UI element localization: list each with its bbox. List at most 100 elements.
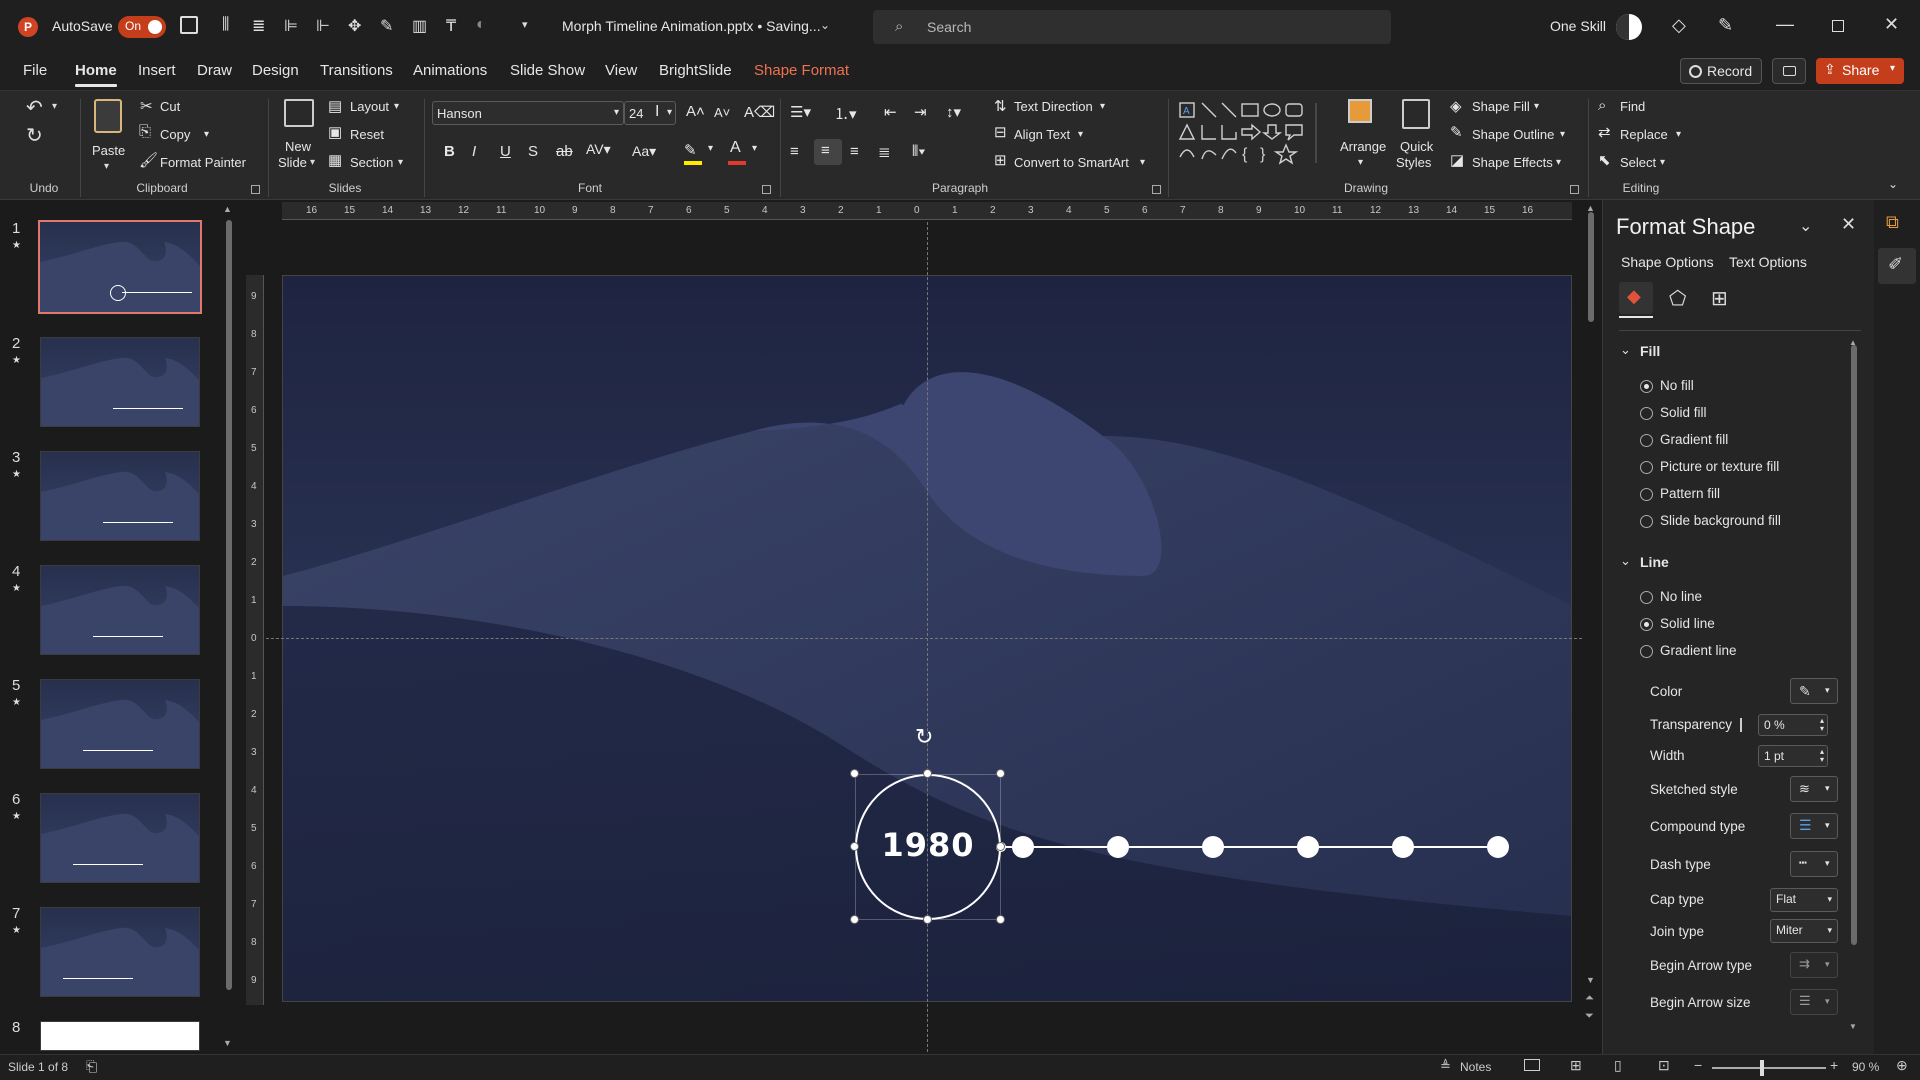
drawing-launcher-icon[interactable]	[1570, 185, 1579, 194]
collapse-ribbon-icon[interactable]: ⌄	[1888, 177, 1898, 191]
reading-view-icon[interactable]: ▯	[1614, 1057, 1622, 1074]
resize-handle[interactable]	[850, 842, 859, 851]
fill-option-label[interactable]: No fill	[1660, 378, 1694, 393]
quick-access-chart-icon[interactable]: ▥	[412, 16, 427, 36]
highlight-color-button[interactable]: ✎ ▾	[684, 141, 720, 165]
begin-arrow-type-select[interactable]: ⇉ ▾	[1790, 952, 1838, 978]
rotate-handle-icon[interactable]: ↻	[915, 724, 933, 750]
tab-brightslide[interactable]: BrightSlide	[659, 62, 732, 79]
tab-animations[interactable]: Animations	[413, 62, 487, 79]
avatar[interactable]	[1616, 14, 1642, 40]
resize-handle[interactable]	[996, 842, 1005, 851]
shape-fill-button[interactable]: Shape Fill	[1472, 99, 1530, 114]
align-right-icon[interactable]: ≡	[850, 143, 859, 160]
pen-icon[interactable]: ✎	[1718, 15, 1733, 36]
section-button[interactable]: Section	[350, 155, 393, 170]
tab-insert[interactable]: Insert	[138, 62, 176, 79]
canvas-scroll-down-icon[interactable]: ▼	[1586, 975, 1595, 985]
autosave-toggle[interactable]: On	[118, 16, 166, 38]
fill-option-label[interactable]: Picture or texture fill	[1660, 459, 1779, 474]
fill-section-header[interactable]: Fill	[1640, 343, 1660, 359]
tab-draw[interactable]: Draw	[197, 62, 232, 79]
convert-smartart-button[interactable]: Convert to SmartArt	[1014, 155, 1129, 170]
format-pane-toggle[interactable]: ✐	[1878, 248, 1916, 284]
tab-slide-show[interactable]: Slide Show	[510, 62, 585, 79]
quick-access-distribute-icon[interactable]: ≣	[252, 16, 265, 36]
text-direction-button[interactable]: Text Direction	[1014, 99, 1093, 114]
paragraph-launcher-icon[interactable]	[1152, 185, 1161, 194]
designer-icon[interactable]: ⧉	[1886, 212, 1899, 233]
document-title[interactable]: Morph Timeline Animation.pptx • Saving..…	[562, 18, 821, 34]
transparency-input[interactable]: 0 % ▴ ▾	[1758, 714, 1828, 736]
tab-transitions[interactable]: Transitions	[320, 62, 393, 79]
undo-chevron-icon[interactable]: ▾	[52, 101, 57, 112]
align-text-button[interactable]: Align Text	[1014, 127, 1070, 142]
tab-design[interactable]: Design	[252, 62, 299, 79]
change-case-icon[interactable]: Aa▾	[632, 143, 656, 160]
fill-radio[interactable]	[1640, 488, 1653, 501]
quick-access-pen-icon[interactable]: ✎	[380, 16, 393, 36]
share-button[interactable]: ⇪ Share ▾	[1816, 58, 1904, 84]
font-size-select[interactable]: 24 I ▾	[624, 101, 676, 125]
record-button[interactable]: Record	[1680, 58, 1762, 84]
replace-chevron-icon[interactable]: ▾	[1676, 129, 1681, 140]
zoom-level[interactable]: 90 %	[1852, 1060, 1879, 1074]
timeline-dot[interactable]	[1107, 836, 1129, 858]
smartart-chevron-icon[interactable]: ▾	[1140, 157, 1145, 168]
tab-shape-format[interactable]: Shape Format	[754, 62, 849, 79]
scroll-up-icon[interactable]: ▲	[223, 204, 232, 214]
bullets-icon[interactable]: ☰▾	[790, 103, 811, 121]
paste-button[interactable]: Paste ▾	[90, 97, 128, 177]
reset-button[interactable]: Reset	[350, 127, 384, 142]
tab-home[interactable]: Home	[75, 62, 117, 79]
timeline-dot[interactable]	[1012, 836, 1034, 858]
sketched-style-select[interactable]: ≋ ▾	[1790, 776, 1838, 802]
thumbnail-scrollbar[interactable]	[226, 220, 232, 990]
timeline-dot[interactable]	[1297, 836, 1319, 858]
notes-button[interactable]: Notes	[1460, 1060, 1491, 1074]
character-spacing-icon[interactable]: AV▾	[586, 141, 611, 158]
fill-option-label[interactable]: Solid fill	[1660, 405, 1707, 420]
join-type-select[interactable]: Miter ▾	[1770, 919, 1838, 943]
normal-view-icon[interactable]	[1524, 1059, 1540, 1071]
copy-button[interactable]: Copy	[160, 127, 190, 142]
shadow-icon[interactable]: S	[528, 143, 538, 160]
slide-thumbnail[interactable]	[40, 337, 200, 427]
quick-styles-button[interactable]: Quick Styles	[1394, 97, 1440, 181]
decrease-indent-icon[interactable]: ⇤	[884, 103, 897, 121]
zoom-slider[interactable]	[1712, 1067, 1826, 1069]
close-icon[interactable]: ✕	[1884, 14, 1899, 35]
numbering-icon[interactable]: ⒈▾	[834, 103, 857, 124]
effects-pentagon-icon[interactable]: ⬠	[1669, 286, 1686, 311]
find-button[interactable]: Find	[1620, 99, 1645, 114]
section-chevron-icon[interactable]: ▾	[398, 157, 403, 168]
clear-formatting-icon[interactable]: A⌫	[744, 103, 775, 121]
align-text-chevron-icon[interactable]: ▾	[1078, 129, 1083, 140]
bold-icon[interactable]: B	[444, 143, 455, 160]
dash-type-select[interactable]: ┅ ▾	[1790, 851, 1838, 877]
new-slide-button[interactable]: New Slide ▾	[276, 97, 320, 181]
fill-chevron-icon[interactable]: ⌄	[1620, 342, 1631, 358]
slide-thumbnail[interactable]	[40, 565, 200, 655]
decrease-font-icon[interactable]: A˅	[714, 105, 730, 120]
color-picker[interactable]: ✎ ▾	[1790, 678, 1838, 704]
canvas-scroll-up-icon[interactable]: ▲	[1586, 203, 1595, 213]
underline-icon[interactable]: U	[500, 143, 511, 160]
canvas-scrollbar[interactable]	[1588, 212, 1594, 322]
line-radio[interactable]	[1640, 618, 1653, 631]
timeline-dot[interactable]	[1392, 836, 1414, 858]
zoom-in-icon[interactable]: +	[1830, 1057, 1838, 1073]
layout-chevron-icon[interactable]: ▾	[394, 101, 399, 112]
line-radio[interactable]	[1640, 645, 1653, 658]
format-painter-button[interactable]: Format Painter	[160, 155, 246, 170]
cut-button[interactable]: Cut	[160, 99, 180, 114]
line-section-header[interactable]: Line	[1640, 554, 1669, 570]
line-option-label[interactable]: Solid line	[1660, 616, 1715, 631]
slide-thumbnail[interactable]	[40, 451, 200, 541]
shape-outline-button[interactable]: Shape Outline	[1472, 127, 1554, 142]
search-box[interactable]: ⌕ Search	[873, 10, 1391, 44]
pane-scrollbar[interactable]	[1851, 345, 1857, 945]
text-direction-chevron-icon[interactable]: ▾	[1100, 101, 1105, 112]
fill-option-label[interactable]: Pattern fill	[1660, 486, 1720, 501]
scroll-down-icon[interactable]: ▼	[223, 1038, 232, 1048]
